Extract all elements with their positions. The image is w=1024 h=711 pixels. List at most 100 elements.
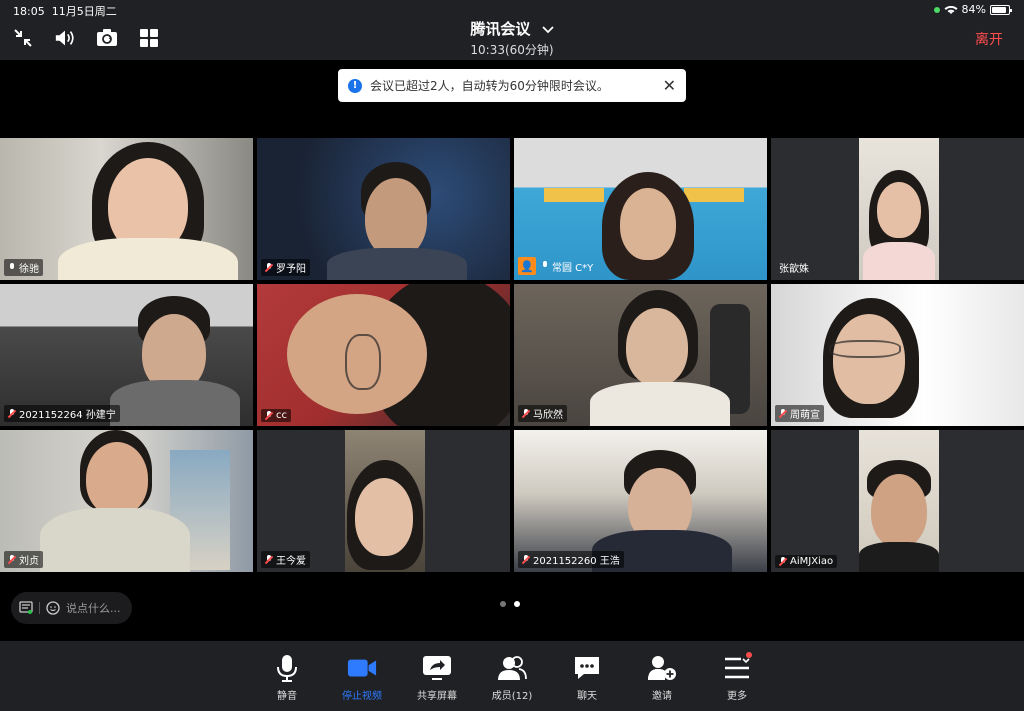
stop-video-label: 停止视频	[342, 691, 382, 702]
video-tile[interactable]: cc	[257, 284, 510, 426]
person-face	[871, 474, 927, 548]
video-tile[interactable]: 2021152264 孙建宁	[0, 284, 253, 426]
participant-name-tag: 2021152264 孙建宁	[4, 405, 120, 422]
video-tile[interactable]: AiMJXiao	[771, 430, 1024, 572]
chevron-down-icon	[541, 26, 554, 34]
participant-name-tag: 徐驰	[4, 259, 43, 276]
participant-name: cc	[276, 410, 287, 421]
glasses	[345, 334, 381, 390]
members-icon	[497, 654, 527, 682]
top-bar: 18:05 11月5日周二 84% 腾讯会议 10:33(60分钟) 离开	[0, 0, 1024, 60]
portrait-feed	[859, 430, 939, 572]
notification-dot	[746, 652, 752, 658]
portrait-feed	[859, 138, 939, 280]
time-limit-toast: ! 会议已超过2人，自动转为60分钟限时会议。 ✕	[338, 69, 686, 102]
meeting-title-text: 腾讯会议	[470, 20, 531, 38]
bottom-toolbar: 静音 停止视频 共享屏幕 成员(12) 聊天 邀请 更多	[0, 641, 1024, 711]
person-face	[877, 182, 921, 238]
chat-button[interactable]: 聊天	[550, 641, 625, 711]
members-button[interactable]: 成员(12)	[475, 641, 550, 711]
mute-label: 静音	[277, 691, 297, 702]
mic-icon	[8, 262, 16, 273]
video-grid: 徐驰 罗予阳 👤 常圆 C*Y 张歆姝 2021152264 孙建宁 cc 马欣…	[0, 138, 1024, 572]
microphone-icon	[272, 654, 302, 682]
participant-name-tag: 刘贞	[4, 551, 43, 568]
mic-muted-icon	[265, 262, 273, 273]
close-icon[interactable]: ✕	[663, 76, 676, 95]
more-menu-icon	[722, 652, 752, 682]
participant-name-tag: 王今爱	[261, 551, 310, 568]
chat-placeholder[interactable]: 说点什么...	[66, 600, 121, 616]
battery-icon	[990, 4, 1012, 15]
status-right: 84%	[933, 3, 1012, 16]
person-body	[327, 248, 467, 280]
chat-label: 聊天	[577, 691, 597, 702]
mic-muted-icon	[779, 408, 787, 419]
video-tile[interactable]: 马欣然	[514, 284, 767, 426]
mic-muted-icon	[779, 556, 787, 567]
video-tile[interactable]: 2021152260 王浩	[514, 430, 767, 572]
host-icon: 👤	[518, 257, 536, 275]
mic-icon	[541, 261, 549, 271]
add-user-icon	[647, 654, 677, 682]
person-body	[859, 542, 939, 572]
meeting-title-block[interactable]: 腾讯会议 10:33(60分钟)	[0, 18, 1024, 58]
wifi-icon	[944, 5, 958, 14]
page-indicator[interactable]	[500, 601, 520, 607]
meeting-title[interactable]: 腾讯会议	[0, 18, 1024, 39]
participant-name-tag: 罗予阳	[261, 259, 310, 276]
video-tile[interactable]: 张歆姝	[771, 138, 1024, 280]
cushion	[544, 188, 604, 202]
participant-name-tag: AiMJXiao	[775, 555, 838, 568]
person-face	[365, 178, 427, 258]
clock: 18:05	[13, 5, 45, 18]
chat-list-icon[interactable]	[19, 601, 33, 615]
mic-muted-icon	[265, 554, 273, 565]
info-icon: !	[348, 78, 362, 93]
participant-name: 徐驰	[19, 264, 39, 275]
mute-button[interactable]: 静音	[250, 641, 325, 711]
video-tile[interactable]: 王今爱	[257, 430, 510, 572]
camera-indicator-icon	[933, 6, 940, 13]
mic-muted-icon	[522, 554, 530, 565]
video-tile[interactable]: 👤 常圆 C*Y	[514, 138, 767, 280]
participant-name-tag: cc	[261, 409, 291, 422]
page-dot-current[interactable]	[514, 601, 520, 607]
participant-name-tag: 2021152260 王浩	[518, 551, 624, 568]
participant-name: AiMJXiao	[790, 556, 834, 567]
invite-button[interactable]: 邀请	[625, 641, 700, 711]
video-tile[interactable]: 刘贞	[0, 430, 253, 572]
video-feed	[257, 284, 510, 426]
participant-name: 刘贞	[19, 556, 39, 567]
emoji-icon[interactable]	[46, 601, 60, 615]
more-button[interactable]: 更多	[700, 641, 775, 711]
share-screen-button[interactable]: 共享屏幕	[400, 641, 475, 711]
chat-quick-input[interactable]: 说点什么...	[11, 592, 132, 624]
invite-label: 邀请	[652, 691, 672, 702]
leave-button[interactable]: 离开	[975, 29, 1003, 49]
participant-name: 罗予阳	[276, 264, 306, 275]
mic-muted-icon	[265, 410, 273, 421]
participant-name: 张歆姝	[779, 264, 809, 275]
participant-name: 周萌宣	[790, 410, 820, 421]
more-label: 更多	[727, 691, 747, 702]
participant-name-tag: 周萌宣	[775, 405, 824, 422]
video-tile[interactable]: 周萌宣	[771, 284, 1024, 426]
participant-name: 2021152264 孙建宁	[19, 410, 116, 421]
participant-name: 2021152260 王浩	[533, 556, 620, 567]
person-body	[590, 382, 730, 426]
video-tile[interactable]: 徐驰	[0, 138, 253, 280]
person-body	[863, 242, 935, 280]
participant-name: 常圆 C*Y	[552, 262, 594, 274]
status-time: 18:05 11月5日周二	[13, 3, 117, 19]
members-label: 成员(12)	[491, 691, 533, 702]
portrait-feed	[345, 430, 425, 572]
mic-muted-icon	[8, 554, 16, 565]
share-screen-icon	[422, 654, 452, 682]
mic-muted-icon	[8, 408, 16, 419]
video-tile[interactable]: 罗予阳	[257, 138, 510, 280]
participant-name-tag: 马欣然	[518, 405, 567, 422]
stop-video-button[interactable]: 停止视频	[325, 641, 400, 711]
page-dot[interactable]	[500, 601, 506, 607]
person-face	[355, 478, 413, 556]
